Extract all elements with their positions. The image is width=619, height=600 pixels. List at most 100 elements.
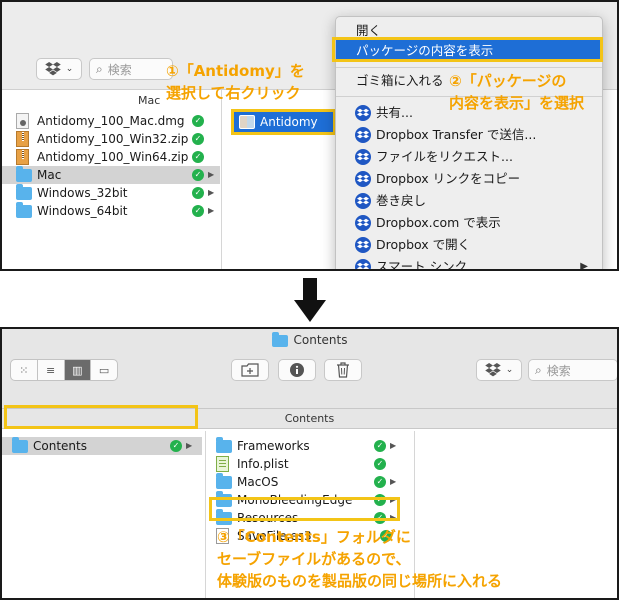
column-view-button[interactable]: ▥ xyxy=(64,360,92,380)
sync-check-icon: ✓ xyxy=(374,440,386,452)
file-name: Antidomy_100_Mac.dmg xyxy=(37,114,185,128)
dropbox-icon xyxy=(355,215,371,231)
callout-step1-line2: 選択して右クリック xyxy=(166,84,301,102)
folder-icon xyxy=(12,437,28,454)
trash-button[interactable] xyxy=(324,359,362,381)
search-placeholder: 検索 xyxy=(546,363,571,378)
menu-item-view-on-dropbox[interactable]: Dropbox.com で表示 xyxy=(336,212,602,234)
callout-step1-line1: ①「Antidomy」を xyxy=(166,62,305,80)
menu-separator xyxy=(336,67,602,68)
list-item[interactable]: MacOS ✓ ▶ xyxy=(206,473,414,491)
folder-icon xyxy=(271,332,288,347)
window-title: Contents xyxy=(293,333,348,347)
menu-item-rewind[interactable]: 巻き戻し xyxy=(336,190,602,212)
dropbox-icon xyxy=(484,363,501,377)
sync-check-icon: ✓ xyxy=(374,476,386,488)
callout-step2-line1: ②「パッケージの xyxy=(449,72,567,90)
submenu-arrow-icon: ▶ xyxy=(580,261,588,271)
search-placeholder: 検索 xyxy=(107,62,132,77)
chevron-right-icon: ▶ xyxy=(390,477,397,486)
list-item[interactable]: Windows_64bit ✓ ▶ xyxy=(2,202,220,220)
dropbox-icon xyxy=(355,259,371,269)
file-name: Info.plist xyxy=(237,457,289,471)
list-item[interactable]: Frameworks ✓ ▶ xyxy=(206,437,414,455)
folder-icon xyxy=(16,166,32,183)
sync-check-icon: ✓ xyxy=(192,151,204,163)
list-item[interactable]: Antidomy_100_Win64.zip ✓ xyxy=(2,148,220,166)
file-name: Frameworks xyxy=(237,439,310,453)
list-item[interactable]: Windows_32bit ✓ ▶ xyxy=(2,184,220,202)
chevron-down-icon: ⌄ xyxy=(505,365,514,375)
list-item[interactable]: Info.plist ✓ xyxy=(206,455,414,473)
sync-check-icon: ✓ xyxy=(192,115,204,127)
callout-highlight-savefile xyxy=(209,497,400,521)
new-folder-button[interactable] xyxy=(231,359,269,381)
search-input[interactable]: ⌕ 検索 xyxy=(528,359,617,381)
column-header: Mac xyxy=(138,94,161,107)
search-input[interactable]: ⌕ 検索 xyxy=(89,58,173,80)
info-button[interactable] xyxy=(278,359,316,381)
chevron-right-icon: ▶ xyxy=(390,441,397,450)
finder-window-bottom: Contents ⁙ ≡ ▥ ▭ ⌄ ⌕ 検索 Contents Content… xyxy=(0,327,619,600)
file-column: Antidomy_100_Mac.dmg ✓ Antidomy_100_Win3… xyxy=(2,112,220,269)
menu-item-copy-dropbox-link[interactable]: Dropbox リンクをコピー xyxy=(336,168,602,190)
dropbox-icon xyxy=(355,171,371,187)
down-arrow-icon xyxy=(294,278,326,322)
menu-item-label: 共有... xyxy=(376,105,413,120)
dmg-icon xyxy=(16,113,32,129)
sync-check-icon: ✓ xyxy=(192,205,204,217)
grid-icon: ⁙ xyxy=(19,363,29,377)
list-item-selected[interactable]: Mac ✓ ▶ xyxy=(2,166,220,184)
zip-icon xyxy=(16,149,32,165)
menu-item-label: Dropbox Transfer で送信... xyxy=(376,127,537,142)
list-view-button[interactable]: ≡ xyxy=(38,360,65,380)
menu-item-label: スマート シンク xyxy=(376,259,468,271)
finder-window-top: ⌄ ⌕ 検索 Mac Antidomy_100_Mac.dmg ✓ Antido… xyxy=(0,0,619,271)
chevron-right-icon: ▶ xyxy=(186,441,193,450)
column-divider xyxy=(221,90,222,269)
list-icon: ≡ xyxy=(46,363,56,377)
folder-icon xyxy=(16,202,32,219)
sync-check-icon: ✓ xyxy=(374,458,386,470)
columns-icon: ▥ xyxy=(72,363,83,377)
callout-highlight-app xyxy=(231,109,336,135)
list-item-selected[interactable]: Contents ✓ ▶ xyxy=(2,437,202,455)
menu-item-label: Dropbox で開く xyxy=(376,237,471,252)
list-item[interactable]: Antidomy_100_Mac.dmg ✓ xyxy=(2,112,220,130)
menu-item-label: Dropbox.com で表示 xyxy=(376,215,501,230)
file-name: MacOS xyxy=(237,475,279,489)
view-mode-segmented-control: ⁙ ≡ ▥ ▭ xyxy=(10,359,118,381)
icon-view-button[interactable]: ⁙ xyxy=(11,360,38,380)
menu-item-smart-sync[interactable]: スマート シンク ▶ xyxy=(336,256,602,271)
file-name: Windows_64bit xyxy=(37,204,128,218)
callout-step3-line3: 体験版のものを製品版の同じ場所に入れる xyxy=(217,572,503,590)
dropbox-icon xyxy=(355,193,371,209)
chevron-right-icon: ▶ xyxy=(208,206,215,215)
menu-item-label: ファイルをリクエスト... xyxy=(376,149,513,164)
plist-icon xyxy=(216,456,232,472)
chevron-right-icon: ▶ xyxy=(208,188,215,197)
window-title-bar: Contents xyxy=(2,329,617,351)
file-name: Antidomy_100_Win32.zip xyxy=(37,132,189,146)
zip-icon xyxy=(16,131,32,147)
callout-highlight-contents xyxy=(4,405,198,429)
file-name: Antidomy_100_Win64.zip xyxy=(37,150,189,164)
chevron-down-icon: ⌄ xyxy=(65,64,74,74)
sync-check-icon: ✓ xyxy=(192,133,204,145)
dropbox-icon xyxy=(44,62,61,76)
gallery-view-button[interactable]: ▭ xyxy=(91,360,117,380)
folder-icon xyxy=(16,184,32,201)
file-name: Contents xyxy=(33,439,87,453)
dropbox-menu-button[interactable]: ⌄ xyxy=(476,359,522,381)
list-item[interactable]: Antidomy_100_Win32.zip ✓ xyxy=(2,130,220,148)
menu-item-label: 巻き戻し xyxy=(376,193,427,208)
menu-item-dropbox-transfer[interactable]: Dropbox Transfer で送信... xyxy=(336,124,602,146)
dropbox-menu-button[interactable]: ⌄ xyxy=(36,58,82,80)
info-icon xyxy=(290,363,304,377)
sync-check-icon: ✓ xyxy=(192,187,204,199)
menu-item-open-in-dropbox[interactable]: Dropbox で開く xyxy=(336,234,602,256)
callout-step3-line1: ③「Contents」フォルダに xyxy=(217,528,411,546)
finder-toolbar: ⁙ ≡ ▥ ▭ ⌄ ⌕ 検索 xyxy=(2,351,617,409)
menu-item-request-files[interactable]: ファイルをリクエスト... xyxy=(336,146,602,168)
callout-highlight-menu-item xyxy=(332,37,603,62)
